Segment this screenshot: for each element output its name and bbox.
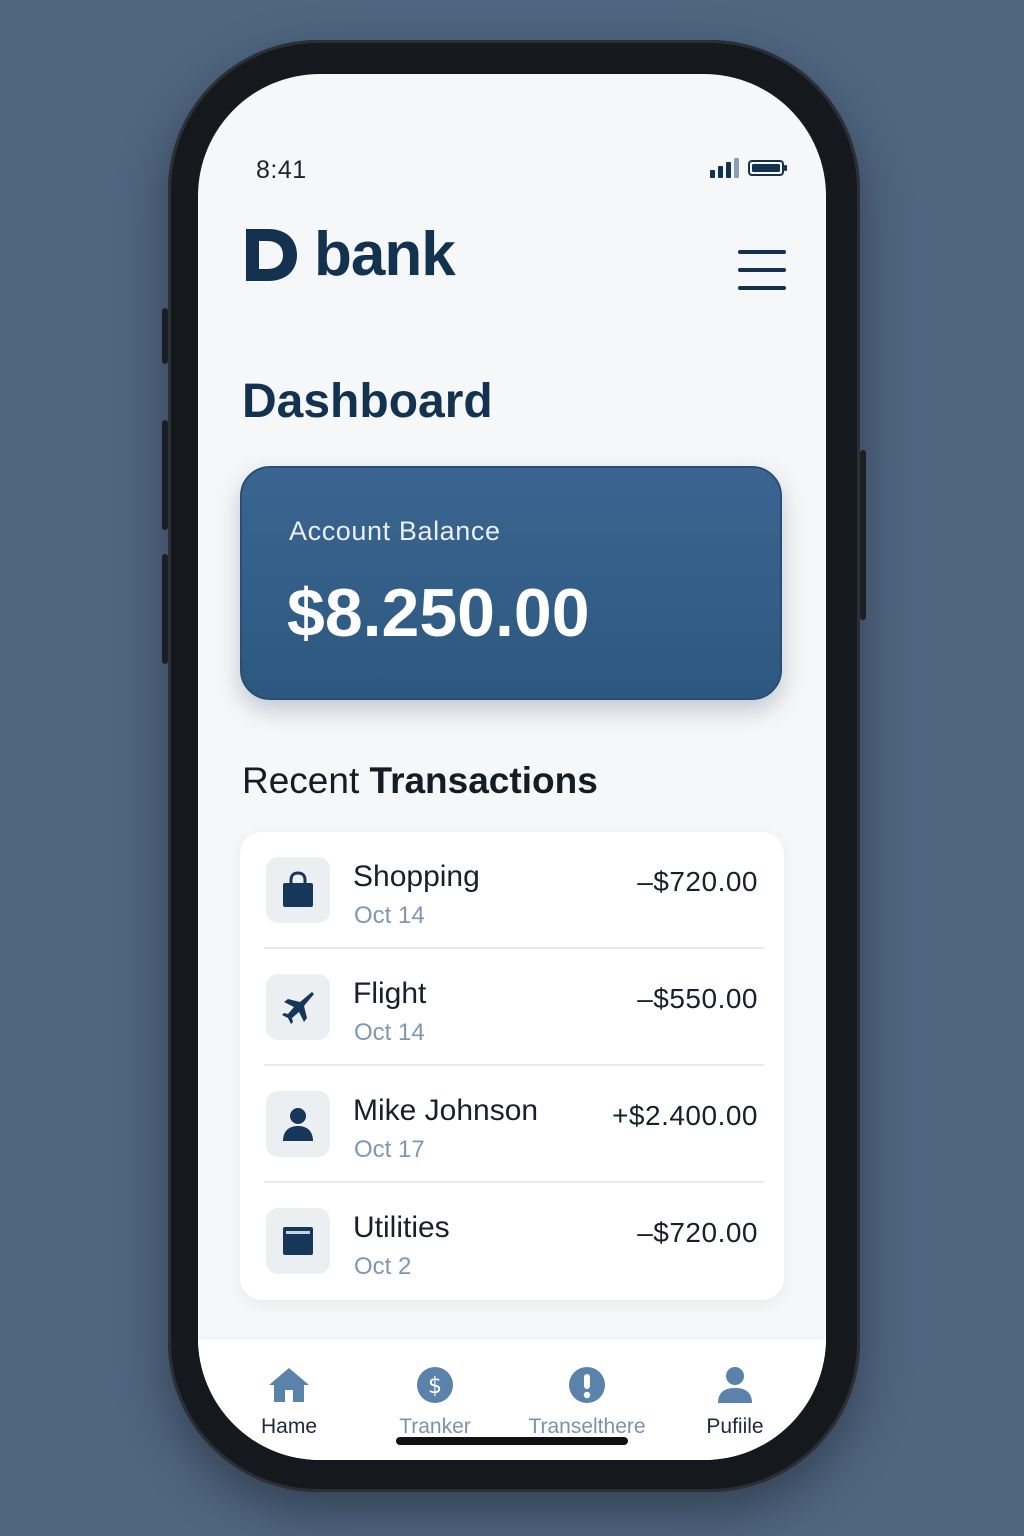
transaction-name: Mike Johnson	[353, 1094, 539, 1127]
nav-label: Tranker	[399, 1415, 471, 1438]
person-icon	[266, 1091, 330, 1157]
transaction-date: Oct 17	[354, 1136, 425, 1163]
volume-down-button	[162, 554, 168, 664]
transaction-date: Oct 2	[354, 1253, 412, 1280]
nav-label: Transelthere	[528, 1415, 646, 1438]
phone-frame: 8:41 bank Dashboard Account Balance $8.2…	[162, 40, 866, 1492]
transaction-amount: –$720.00	[637, 866, 758, 897]
page-title: Dashboard	[242, 375, 493, 428]
transaction-amount: –$550.00	[637, 983, 758, 1014]
transaction-row[interactable]: Mike Johnson Oct 17 +$2.400.00	[240, 1066, 784, 1183]
bill-icon	[266, 1208, 330, 1274]
profile-icon	[718, 1367, 752, 1403]
section-title-bold: Transactions	[369, 760, 598, 801]
signal-icon	[710, 158, 739, 178]
nav-label: Pufiile	[706, 1415, 764, 1438]
nav-item-profile[interactable]: Pufiile	[660, 1365, 810, 1439]
transaction-date: Oct 14	[354, 1019, 425, 1046]
dollar-icon: $	[417, 1367, 453, 1403]
transaction-amount: +$2.400.00	[612, 1100, 758, 1131]
logo-text: bank	[314, 220, 456, 289]
balance-value: $8.250.00	[287, 575, 590, 651]
shopping-bag-icon	[266, 857, 330, 923]
hamburger-menu-button[interactable]	[738, 250, 786, 290]
nav-item-home[interactable]: Hame	[214, 1365, 364, 1439]
transactions-list: Shopping Oct 14 –$720.00 Flight Oct 14 –…	[240, 832, 784, 1300]
section-title: Recent Transactions	[242, 760, 598, 802]
transaction-amount: –$720.00	[637, 1217, 758, 1248]
logo-d-icon	[246, 229, 297, 281]
nav-item-tracker[interactable]: $ Tranker	[360, 1365, 510, 1439]
volume-up-button	[162, 420, 168, 530]
nav-label: Hame	[260, 1415, 318, 1438]
bank-logo: bank	[242, 220, 456, 289]
transaction-row[interactable]: Utilities Oct 2 –$720.00	[240, 1183, 784, 1300]
transaction-date: Oct 14	[354, 902, 425, 929]
power-button	[860, 450, 866, 620]
transaction-name: Flight	[353, 977, 427, 1010]
section-title-light: Recent	[242, 760, 370, 801]
action-button	[162, 308, 168, 364]
transaction-row[interactable]: Flight Oct 14 –$550.00	[240, 949, 784, 1066]
transaction-name: Utilities	[353, 1211, 450, 1244]
home-icon	[269, 1368, 309, 1402]
app-screen: 8:41 bank Dashboard Account Balance $8.2…	[198, 74, 826, 1460]
transaction-row[interactable]: Shopping Oct 14 –$720.00	[240, 832, 784, 949]
transaction-name: Shopping	[353, 860, 480, 893]
menu-line-icon	[738, 250, 786, 254]
battery-icon	[748, 160, 787, 176]
home-indicator[interactable]	[396, 1437, 628, 1445]
airplane-icon	[266, 974, 330, 1040]
balance-label: Account Balance	[289, 516, 501, 546]
status-time: 8:41	[256, 156, 307, 184]
menu-line-icon	[738, 286, 786, 290]
nav-item-transfers[interactable]: Transelthere	[512, 1365, 662, 1439]
menu-line-icon	[738, 268, 786, 272]
balance-card[interactable]: Account Balance $8.250.00	[240, 466, 782, 700]
alert-icon	[569, 1367, 605, 1403]
svg-text:$: $	[428, 1374, 442, 1399]
